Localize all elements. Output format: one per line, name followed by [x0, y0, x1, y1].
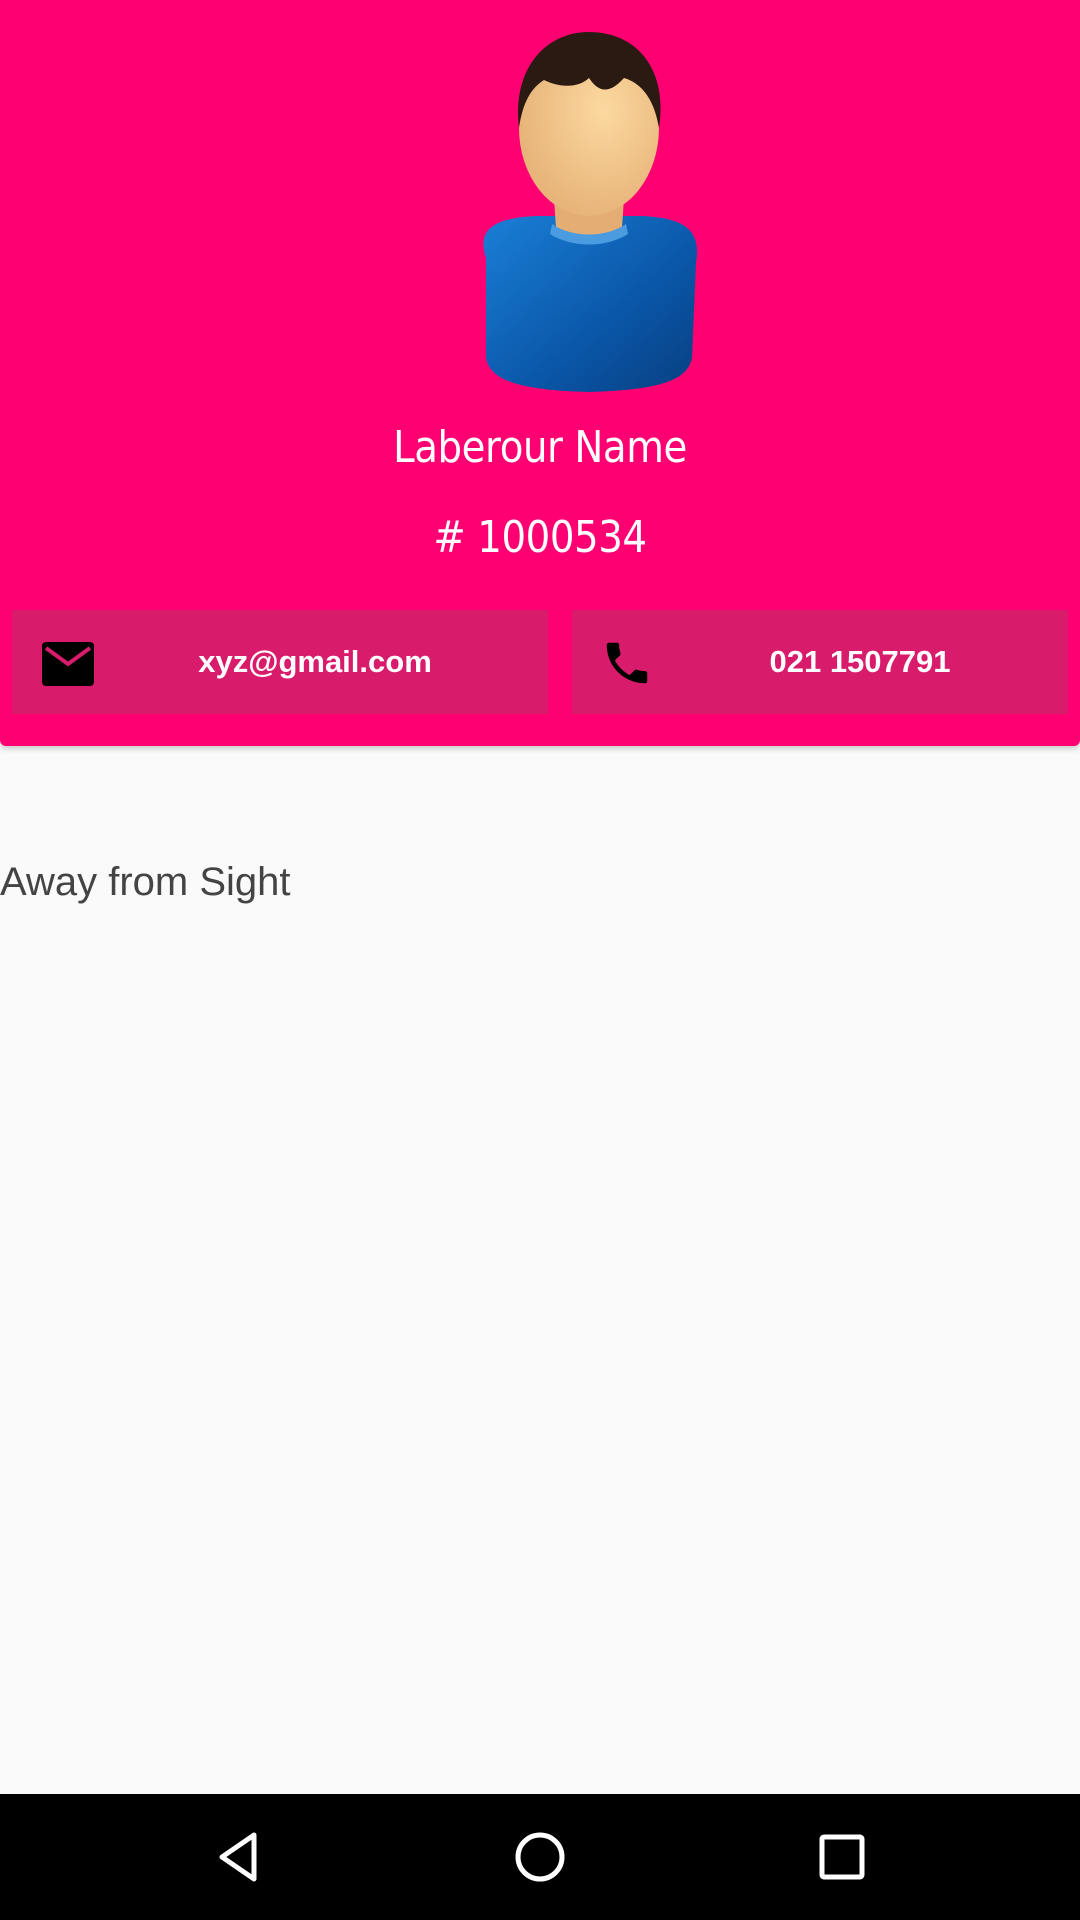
- laborer-name: Laberour Name: [393, 422, 687, 473]
- email-value: xyz@gmail.com: [198, 644, 432, 679]
- phone-button[interactable]: 021 1507791: [572, 610, 1068, 714]
- recents-square-icon[interactable]: [812, 1827, 872, 1887]
- profile-header: Laberour Name # 1000534 xyz@gmail.com 02…: [0, 0, 1080, 746]
- status-text: Away from Sight: [0, 860, 291, 904]
- person-avatar-icon: [456, 28, 722, 394]
- screen: Laberour Name # 1000534 xyz@gmail.com 02…: [0, 0, 1080, 1920]
- home-circle-icon[interactable]: [510, 1827, 570, 1887]
- phone-value: 021 1507791: [769, 644, 951, 679]
- phone-icon: [600, 636, 654, 690]
- back-triangle-icon[interactable]: [208, 1827, 268, 1887]
- email-button[interactable]: xyz@gmail.com: [12, 610, 548, 714]
- navigation-bar: [0, 1794, 1080, 1920]
- laborer-id: # 1000534: [433, 512, 647, 563]
- mail-icon: [40, 640, 96, 688]
